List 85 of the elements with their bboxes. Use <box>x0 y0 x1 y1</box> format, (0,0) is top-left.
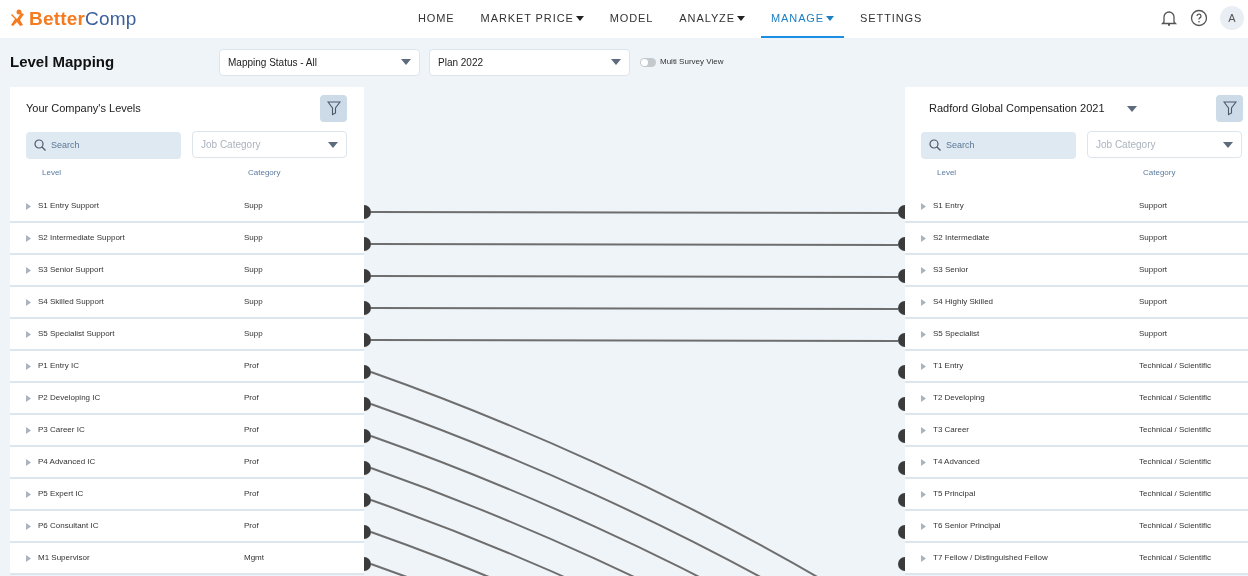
level-name: T2 Developing <box>933 392 986 404</box>
user-avatar[interactable]: A <box>1220 6 1244 30</box>
category-label: Technical / Scientific <box>1139 520 1212 532</box>
category-label: Support <box>1139 232 1168 244</box>
filter-button[interactable] <box>1216 95 1243 122</box>
level-name: S4 Skilled Support <box>38 296 105 308</box>
filter-icon <box>326 101 341 116</box>
category-label: Support <box>1139 200 1168 212</box>
category-label: Prof <box>244 424 259 436</box>
level-name: T4 Advanced <box>933 456 981 468</box>
level-name: S1 Entry Support <box>38 200 100 212</box>
column-header: Level <box>937 167 958 179</box>
category-label: Prof <box>244 392 259 404</box>
category-label: Support <box>1139 296 1168 308</box>
category-label: Technical / Scientific <box>1139 488 1212 500</box>
notifications-button[interactable] <box>1160 9 1178 27</box>
category-label: Supp <box>244 328 263 340</box>
category-label: Supp <box>244 296 263 308</box>
search-icon <box>34 139 46 151</box>
level-name: P4 Advanced IC <box>38 456 97 468</box>
level-name: P3 Career IC <box>38 424 86 436</box>
level-name: S3 Senior Support <box>38 264 105 276</box>
column-header: Category <box>248 167 281 179</box>
panel-title: Your Company's Levels <box>26 101 141 117</box>
caret-icon <box>401 59 411 65</box>
filter-icon <box>1222 101 1237 116</box>
category-label: Technical / Scientific <box>1139 392 1212 404</box>
category-label: Support <box>1139 328 1168 340</box>
plan-dropdown[interactable]: Plan 2022 <box>429 48 630 76</box>
nav-tab[interactable]: HOME <box>408 0 465 38</box>
category-label: Prof <box>244 488 259 500</box>
mapping-status-dropdown[interactable]: Mapping Status - All <box>219 48 420 76</box>
level-name: T1 Entry <box>933 360 965 372</box>
nav-tab[interactable]: MODEL <box>599 0 664 38</box>
bell-icon <box>1160 9 1178 27</box>
category-label: Supp <box>244 264 263 276</box>
category-label: Technical / Scientific <box>1139 456 1212 468</box>
level-name: P1 Entry IC <box>38 360 80 372</box>
caret-icon <box>1126 105 1137 112</box>
category-label: Support <box>1139 264 1168 276</box>
nav-tab[interactable]: SETTINGS <box>850 0 933 38</box>
category-label: Supp <box>244 200 263 212</box>
level-name: S5 Specialist <box>933 328 981 340</box>
level-name: P2 Developing IC <box>38 392 102 404</box>
nav-tab[interactable]: MANAGE <box>761 0 845 38</box>
filter-button[interactable] <box>320 95 347 122</box>
category-label: Prof <box>244 456 259 468</box>
search-field[interactable]: Search <box>26 131 181 159</box>
category-label: Technical / Scientific <box>1139 552 1212 564</box>
level-name: S5 Specialist Support <box>38 328 116 340</box>
help-icon <box>1190 9 1208 27</box>
runner-logo-icon <box>10 9 26 29</box>
survey-dropdown[interactable]: Radford Global Compensation 2021 <box>929 100 1137 117</box>
level-name: T7 Fellow / Distinguished Fellow <box>933 552 1049 564</box>
category-label: Technical / Scientific <box>1139 360 1212 372</box>
level-name: S3 Senior <box>933 264 970 276</box>
level-name: S2 Intermediate <box>933 232 991 244</box>
category-label: Mgmt <box>244 552 264 564</box>
level-name: T3 Career <box>933 424 970 436</box>
level-name: M1 Supervisor <box>38 552 91 564</box>
category-label: Prof <box>244 520 259 532</box>
level-name: T6 Senior Principal <box>933 520 1002 532</box>
search-icon <box>929 139 941 151</box>
caret-icon <box>1223 141 1233 148</box>
level-name: S2 Intermediate Support <box>38 232 126 244</box>
page-title: Level Mapping <box>10 51 116 72</box>
help-button[interactable] <box>1190 9 1208 27</box>
nav-tab[interactable]: ANALYZE <box>669 0 755 38</box>
category-label: Supp <box>244 232 263 244</box>
column-header: Category <box>1143 167 1176 179</box>
search-field[interactable]: Search <box>921 131 1076 159</box>
category-label: Technical / Scientific <box>1139 424 1212 436</box>
caret-icon <box>611 59 621 65</box>
category-label: Prof <box>244 360 259 372</box>
brand-logo[interactable]: BetterComp <box>29 8 137 30</box>
caret-icon <box>328 141 338 148</box>
level-name: T5 Principal <box>933 488 977 500</box>
level-name: S4 Highly Skilled <box>933 296 995 308</box>
column-header: Level <box>42 167 63 179</box>
level-name: P5 Expert IC <box>38 488 85 500</box>
level-name: S1 Entry <box>933 200 965 212</box>
nav-tab[interactable]: MARKET PRICE <box>470 0 594 38</box>
toggle-switch[interactable] <box>640 57 656 67</box>
toggle-label: Multi Survey View <box>660 56 724 68</box>
level-name: P6 Consultant IC <box>38 520 100 532</box>
